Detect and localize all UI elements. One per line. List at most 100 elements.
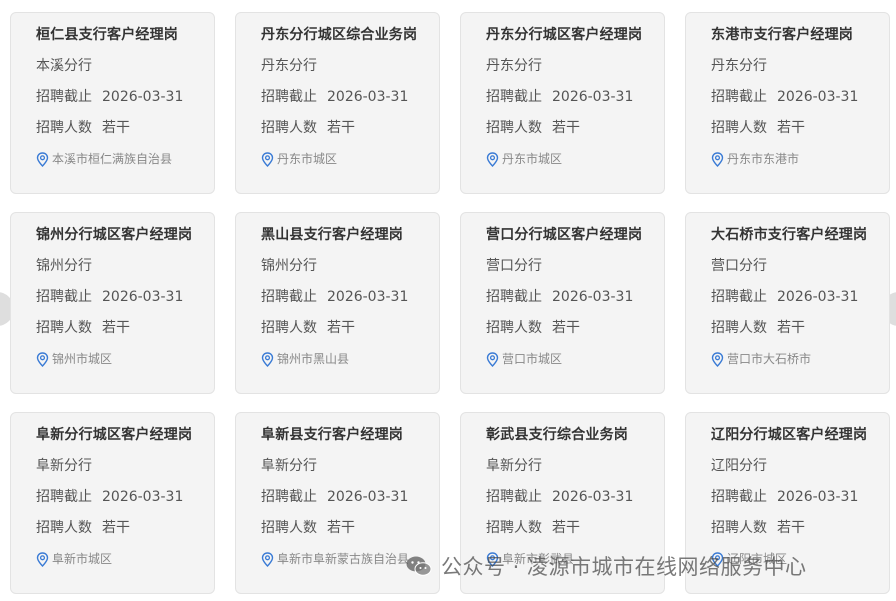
job-headcount-row: 招聘人数 若干 — [261, 119, 439, 137]
job-card[interactable]: 丹东分行城区客户经理岗 丹东分行 招聘截止 2026-03-31 招聘人数 若干 丹… — [460, 12, 665, 194]
job-location: 丹东市城区 — [486, 151, 664, 167]
headcount-label: 招聘人数 — [261, 320, 317, 336]
job-deadline-row: 招聘截止 2026-03-31 — [261, 488, 439, 506]
job-location: 阜新市城区 — [36, 551, 214, 567]
location-text: 本溪市桓仁满族自治县 — [52, 152, 173, 166]
deadline-value: 2026-03-31 — [327, 489, 409, 505]
location-pin-icon — [261, 551, 274, 567]
job-location: 锦州市黑山县 — [261, 351, 439, 367]
watermark: 公众号 · 凌源市城市在线网络服务中心 — [405, 551, 807, 581]
job-branch: 丹东分行 — [711, 58, 767, 74]
job-headcount-row: 招聘人数 若干 — [711, 119, 889, 137]
deadline-value: 2026-03-31 — [102, 89, 184, 105]
headcount-value: 若干 — [102, 120, 130, 136]
job-title: 彰武县支行综合业务岗 — [486, 427, 628, 443]
job-title: 桓仁县支行客户经理岗 — [36, 27, 178, 43]
job-headcount-row: 招聘人数 若干 — [711, 319, 889, 337]
headcount-value: 若干 — [777, 320, 805, 336]
location-text: 丹东市城区 — [502, 152, 563, 166]
job-location: 锦州市城区 — [36, 351, 214, 367]
headcount-label: 招聘人数 — [36, 320, 92, 336]
job-deadline-row: 招聘截止 2026-03-31 — [36, 488, 214, 506]
job-headcount-row: 招聘人数 若干 — [36, 319, 214, 337]
job-location: 丹东市东港市 — [711, 151, 889, 167]
job-headcount-row: 招聘人数 若干 — [36, 519, 214, 537]
location-pin-icon — [36, 551, 49, 567]
job-title: 丹东分行城区综合业务岗 — [261, 27, 418, 43]
location-pin-icon — [711, 351, 724, 367]
job-title: 丹东分行城区客户经理岗 — [486, 27, 643, 43]
job-deadline-row: 招聘截止 2026-03-31 — [711, 288, 889, 306]
job-title: 大石桥市支行客户经理岗 — [711, 227, 868, 243]
headcount-label: 招聘人数 — [261, 120, 317, 136]
deadline-value: 2026-03-31 — [102, 289, 184, 305]
location-pin-icon — [486, 151, 499, 167]
deadline-value: 2026-03-31 — [552, 289, 634, 305]
job-card[interactable]: 阜新分行城区客户经理岗 阜新分行 招聘截止 2026-03-31 招聘人数 若干 阜… — [10, 412, 215, 594]
location-pin-icon — [486, 351, 499, 367]
job-branch: 锦州分行 — [261, 258, 317, 274]
deadline-label: 招聘截止 — [36, 89, 92, 105]
job-headcount-row: 招聘人数 若干 — [486, 519, 664, 537]
job-card[interactable]: 营口分行城区客户经理岗 营口分行 招聘截止 2026-03-31 招聘人数 若干 营… — [460, 212, 665, 394]
deadline-label: 招聘截止 — [261, 289, 317, 305]
headcount-label: 招聘人数 — [36, 520, 92, 536]
headcount-label: 招聘人数 — [711, 320, 767, 336]
job-title: 阜新分行城区客户经理岗 — [36, 427, 193, 443]
location-pin-icon — [261, 151, 274, 167]
job-card[interactable]: 丹东分行城区综合业务岗 丹东分行 招聘截止 2026-03-31 招聘人数 若干 丹… — [235, 12, 440, 194]
location-text: 丹东市城区 — [277, 152, 338, 166]
location-pin-icon — [711, 151, 724, 167]
job-location: 营口市大石桥市 — [711, 351, 889, 367]
headcount-label: 招聘人数 — [486, 320, 542, 336]
job-card[interactable]: 黑山县支行客户经理岗 锦州分行 招聘截止 2026-03-31 招聘人数 若干 锦州… — [235, 212, 440, 394]
job-card[interactable]: 东港市支行客户经理岗 丹东分行 招聘截止 2026-03-31 招聘人数 若干 丹东… — [685, 12, 890, 194]
headcount-value: 若干 — [102, 520, 130, 536]
job-title: 锦州分行城区客户经理岗 — [36, 227, 193, 243]
headcount-label: 招聘人数 — [261, 520, 317, 536]
location-text: 锦州市城区 — [52, 352, 113, 366]
headcount-label: 招聘人数 — [36, 120, 92, 136]
deadline-label: 招聘截止 — [261, 489, 317, 505]
job-branch: 营口分行 — [711, 258, 767, 274]
job-card[interactable]: 桓仁县支行客户经理岗 本溪分行 招聘截止 2026-03-31 招聘人数 若干 本溪… — [10, 12, 215, 194]
location-text: 丹东市东港市 — [727, 152, 800, 166]
headcount-value: 若干 — [327, 320, 355, 336]
headcount-value: 若干 — [552, 520, 580, 536]
deadline-label: 招聘截止 — [486, 489, 542, 505]
location-pin-icon — [36, 151, 49, 167]
job-branch: 本溪分行 — [36, 58, 92, 74]
location-text: 锦州市黑山县 — [277, 352, 350, 366]
location-text: 阜新市阜新蒙古族自治县 — [277, 552, 410, 566]
job-listing-page: 桓仁县支行客户经理岗 本溪分行 招聘截止 2026-03-31 招聘人数 若干 本溪… — [0, 0, 896, 601]
location-pin-icon — [36, 351, 49, 367]
headcount-label: 招聘人数 — [486, 520, 542, 536]
job-headcount-row: 招聘人数 若干 — [486, 319, 664, 337]
headcount-label: 招聘人数 — [711, 520, 767, 536]
headcount-label: 招聘人数 — [711, 120, 767, 136]
deadline-label: 招聘截止 — [486, 89, 542, 105]
job-title: 黑山县支行客户经理岗 — [261, 227, 403, 243]
location-text: 阜新市城区 — [52, 552, 113, 566]
job-title: 阜新县支行客户经理岗 — [261, 427, 403, 443]
headcount-value: 若干 — [327, 520, 355, 536]
job-branch: 阜新分行 — [486, 458, 542, 474]
job-headcount-row: 招聘人数 若干 — [261, 319, 439, 337]
job-branch: 丹东分行 — [486, 58, 542, 74]
job-deadline-row: 招聘截止 2026-03-31 — [711, 488, 889, 506]
job-headcount-row: 招聘人数 若干 — [486, 119, 664, 137]
location-pin-icon — [261, 351, 274, 367]
job-headcount-row: 招聘人数 若干 — [36, 119, 214, 137]
job-location: 丹东市城区 — [261, 151, 439, 167]
job-card[interactable]: 锦州分行城区客户经理岗 锦州分行 招聘截止 2026-03-31 招聘人数 若干 锦… — [10, 212, 215, 394]
deadline-value: 2026-03-31 — [777, 489, 859, 505]
job-card[interactable]: 大石桥市支行客户经理岗 营口分行 招聘截止 2026-03-31 招聘人数 若干 营… — [685, 212, 890, 394]
job-title: 东港市支行客户经理岗 — [711, 27, 853, 43]
deadline-value: 2026-03-31 — [102, 489, 184, 505]
deadline-label: 招聘截止 — [486, 289, 542, 305]
headcount-value: 若干 — [777, 120, 805, 136]
job-card-grid: 桓仁县支行客户经理岗 本溪分行 招聘截止 2026-03-31 招聘人数 若干 本溪… — [10, 12, 896, 594]
job-deadline-row: 招聘截止 2026-03-31 — [486, 288, 664, 306]
job-deadline-row: 招聘截止 2026-03-31 — [36, 288, 214, 306]
deadline-value: 2026-03-31 — [327, 289, 409, 305]
